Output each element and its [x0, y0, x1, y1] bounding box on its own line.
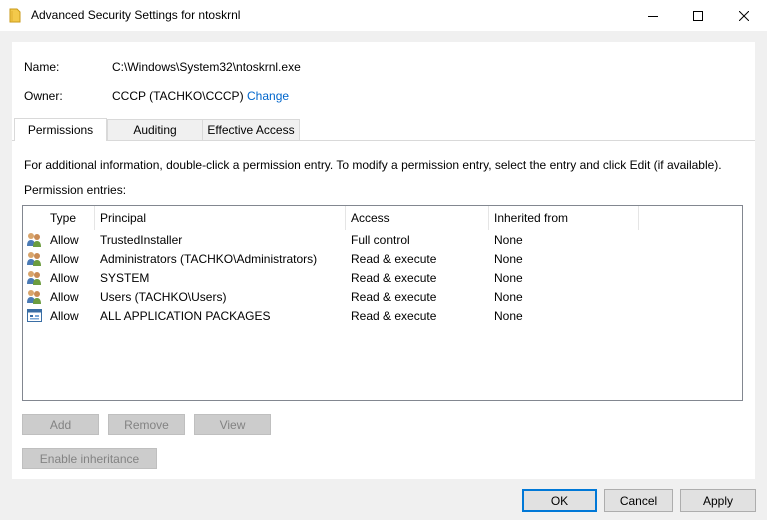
entry-type: Allow	[50, 252, 79, 266]
tab-auditing[interactable]: Auditing	[107, 119, 203, 140]
entry-inherited: None	[494, 290, 523, 304]
owner-label: Owner:	[24, 89, 63, 103]
table-row[interactable]: Allow Users (TACHKO\Users) Read & execut…	[23, 287, 742, 306]
info-text: For additional information, double-click…	[24, 158, 722, 172]
users-group-icon	[26, 250, 43, 267]
entry-access: Read & execute	[351, 252, 437, 266]
apply-button[interactable]: Apply	[680, 489, 756, 512]
folder-icon	[9, 8, 21, 23]
close-button[interactable]	[721, 0, 767, 31]
entry-access: Read & execute	[351, 309, 437, 323]
name-value: C:\Windows\System32\ntoskrnl.exe	[112, 60, 301, 74]
column-header-access[interactable]: Access	[345, 206, 488, 230]
entry-principal: TrustedInstaller	[100, 233, 183, 247]
entry-principal: ALL APPLICATION PACKAGES	[100, 309, 271, 323]
tab-effective-access[interactable]: Effective Access	[202, 119, 300, 140]
tab-divider	[12, 140, 755, 141]
entry-inherited: None	[494, 252, 523, 266]
table-row[interactable]: Allow ALL APPLICATION PACKAGES Read & ex…	[23, 306, 742, 325]
owner-value: CCCP (TACHKO\CCCP)	[112, 89, 244, 103]
entry-type: Allow	[50, 290, 79, 304]
entry-inherited: None	[494, 233, 523, 247]
entry-type: Allow	[50, 309, 79, 323]
view-button[interactable]: View	[194, 414, 271, 435]
entry-principal: Administrators (TACHKO\Administrators)	[100, 252, 318, 266]
column-header-type[interactable]: Type	[44, 206, 94, 230]
minimize-icon	[648, 15, 658, 17]
name-label: Name:	[24, 60, 60, 74]
ok-button[interactable]: OK	[522, 489, 597, 512]
window-title: Advanced Security Settings for ntoskrnl	[31, 8, 241, 22]
entry-inherited: None	[494, 309, 523, 323]
entry-type: Allow	[50, 233, 79, 247]
table-row[interactable]: Allow SYSTEM Read & execute None	[23, 268, 742, 287]
users-group-icon	[26, 288, 43, 305]
column-separator[interactable]	[638, 206, 639, 230]
entry-principal: Users (TACHKO\Users)	[100, 290, 227, 304]
enable-inheritance-button[interactable]: Enable inheritance	[22, 448, 157, 469]
entry-type: Allow	[50, 271, 79, 285]
change-owner-link[interactable]: Change	[247, 89, 289, 103]
add-button[interactable]: Add	[22, 414, 99, 435]
maximize-icon	[693, 10, 703, 21]
remove-button[interactable]: Remove	[108, 414, 185, 435]
permission-entries-label: Permission entries:	[24, 183, 127, 197]
entry-access: Full control	[351, 233, 410, 247]
table-row[interactable]: Allow Administrators (TACHKO\Administrat…	[23, 249, 742, 268]
minimize-button[interactable]	[630, 0, 676, 31]
entry-inherited: None	[494, 271, 523, 285]
table-row[interactable]: Allow TrustedInstaller Full control None	[23, 230, 742, 249]
entry-principal: SYSTEM	[100, 271, 150, 285]
tab-permissions[interactable]: Permissions	[14, 118, 107, 141]
permission-entries-list[interactable]: Type Principal Access Inherited from All…	[22, 205, 743, 401]
column-header-inherited-from[interactable]: Inherited from	[488, 206, 638, 230]
cancel-button[interactable]: Cancel	[604, 489, 673, 512]
entry-access: Read & execute	[351, 290, 437, 304]
column-header-principal[interactable]: Principal	[94, 206, 345, 230]
close-icon	[739, 10, 749, 21]
users-group-icon	[26, 231, 43, 248]
users-group-icon	[26, 269, 43, 286]
entry-access: Read & execute	[351, 271, 437, 285]
maximize-button[interactable]	[675, 0, 721, 31]
app-package-icon	[26, 307, 43, 324]
title-bar: Advanced Security Settings for ntoskrnl	[0, 0, 767, 31]
